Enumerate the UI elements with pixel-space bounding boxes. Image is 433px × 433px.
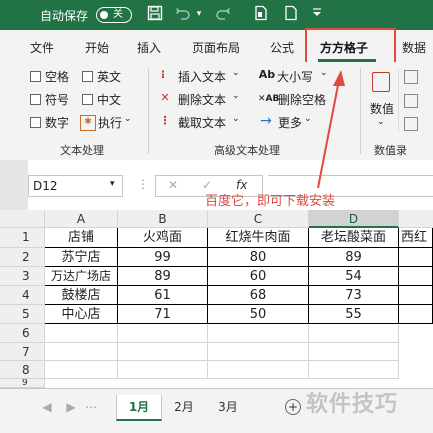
annotation-text: 百度它，即可下载安装	[205, 194, 336, 209]
annotation-arrow	[317, 70, 345, 189]
prev-sheet-icon[interactable]: ◀	[40, 395, 54, 419]
next-sheet-icon[interactable]: ▶	[64, 395, 78, 419]
watermark: 软件技巧	[306, 392, 399, 417]
sheet-more-icon[interactable]: ⋯	[85, 395, 97, 419]
sheet-tab-feb[interactable]: 2月	[166, 395, 202, 419]
sheet-tab-mar[interactable]: 3月	[210, 395, 246, 419]
add-sheet-icon[interactable]: +	[285, 399, 301, 415]
sheet-tab-jan[interactable]: 1月	[116, 395, 162, 421]
